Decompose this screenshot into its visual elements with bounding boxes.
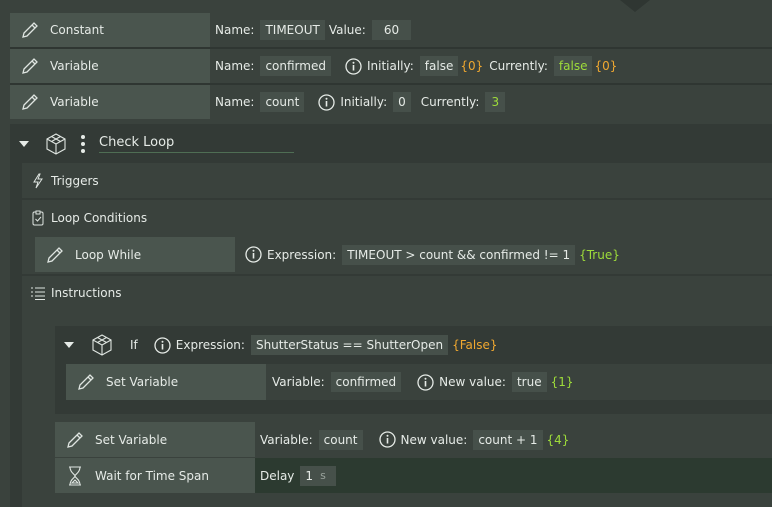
constant-title: Constant xyxy=(50,23,104,37)
cube-icon xyxy=(90,333,114,357)
pencil-icon[interactable] xyxy=(20,20,40,40)
currently-hint: {0} xyxy=(594,59,618,73)
loop-while-title: Loop While xyxy=(75,247,142,262)
delay-value: 1 xyxy=(305,468,314,483)
variable-label-box[interactable]: Variable xyxy=(10,49,210,83)
loop-while-expression-field[interactable]: TIMEOUT > count && confirmed != 1 xyxy=(342,244,576,265)
info-icon[interactable] xyxy=(417,373,434,391)
variable-label: Variable: xyxy=(260,432,313,447)
set-variable-new-value-field[interactable]: true xyxy=(511,372,547,392)
currently-value-field: false xyxy=(553,56,593,76)
delay-field[interactable]: 1 s xyxy=(300,465,336,486)
constant-label-box[interactable]: Constant xyxy=(10,13,210,47)
currently-value-field: 3 xyxy=(485,92,506,112)
lightning-icon xyxy=(32,173,46,189)
if-title: If xyxy=(130,338,138,352)
info-icon[interactable] xyxy=(245,246,262,263)
new-value-label: New value: xyxy=(439,375,506,389)
set-variable-new-value-hint: {1} xyxy=(550,375,574,389)
if-expression-field[interactable]: ShutterStatus == ShutterOpen xyxy=(250,335,449,355)
currently-label: Currently: xyxy=(489,59,548,73)
variable-name-field[interactable]: count xyxy=(260,92,305,112)
info-icon[interactable] xyxy=(345,57,362,75)
initially-hint: {0} xyxy=(460,59,484,73)
set-variable-name-field[interactable]: confirmed xyxy=(330,372,402,392)
kebab-menu-icon[interactable] xyxy=(80,134,86,154)
triggers-label: Triggers xyxy=(51,173,99,188)
set-variable-count-label-box[interactable]: Set Variable xyxy=(55,422,255,457)
loop-while-label-box[interactable]: Loop While xyxy=(35,237,235,272)
variable-count-row[interactable]: Variable Name: count Initially: 0 Curren… xyxy=(10,85,772,119)
pencil-icon[interactable] xyxy=(45,245,65,265)
set-variable-title: Set Variable xyxy=(95,432,168,447)
caret-down-icon[interactable] xyxy=(63,340,75,350)
top-notch xyxy=(620,0,650,12)
caret-down-icon[interactable] xyxy=(18,139,30,149)
variable-title: Variable xyxy=(50,95,99,109)
pencil-icon[interactable] xyxy=(76,372,96,392)
name-label: Name: xyxy=(215,23,255,37)
new-value-label: New value: xyxy=(400,432,468,447)
delay-label: Delay xyxy=(260,468,295,483)
expression-label: Expression: xyxy=(267,247,337,262)
if-expression-hint: {False} xyxy=(452,338,498,352)
variable-title: Variable xyxy=(50,59,99,73)
hourglass-icon xyxy=(65,465,85,486)
check-loop-title[interactable]: Check Loop xyxy=(99,135,294,153)
initially-value-field[interactable]: 0 xyxy=(393,92,411,112)
variable-confirmed-row[interactable]: Variable Name: confirmed Initially: fals… xyxy=(10,49,772,83)
check-loop-header[interactable]: Check Loop xyxy=(10,127,772,161)
list-icon xyxy=(30,285,46,301)
wait-time-span-label-box[interactable]: Wait for Time Span xyxy=(55,458,255,493)
if-header[interactable]: If Expression: ShutterStatus == ShutterO… xyxy=(55,328,498,362)
cube-icon xyxy=(44,132,68,156)
variable-label-box[interactable]: Variable xyxy=(10,85,210,119)
triggers-section[interactable] xyxy=(22,163,772,198)
constant-name-field[interactable]: TIMEOUT xyxy=(260,20,325,40)
currently-label: Currently: xyxy=(420,95,480,109)
set-variable-label-box[interactable]: Set Variable xyxy=(66,364,266,400)
expression-label: Expression: xyxy=(175,338,245,352)
variable-name-field[interactable]: confirmed xyxy=(260,56,331,76)
info-icon[interactable] xyxy=(154,336,171,354)
set-variable-title: Set Variable xyxy=(106,375,179,389)
pencil-icon[interactable] xyxy=(65,430,85,450)
set-variable-count-name-field[interactable]: count xyxy=(318,429,363,450)
constant-row[interactable]: Constant Name: TIMEOUT Value: 60 xyxy=(10,13,772,47)
info-icon[interactable] xyxy=(378,431,396,448)
initially-value-field[interactable]: false xyxy=(419,56,459,76)
pencil-icon[interactable] xyxy=(20,56,40,76)
loop-while-expression-hint: {True} xyxy=(579,247,620,262)
variable-label: Variable: xyxy=(272,375,325,389)
wait-time-span-title: Wait for Time Span xyxy=(95,468,209,483)
initially-label: Initially: xyxy=(366,59,414,73)
set-variable-count-new-value-hint: {4} xyxy=(546,432,570,447)
initially-label: Initially: xyxy=(340,95,388,109)
delay-unit: s xyxy=(320,468,326,482)
name-label: Name: xyxy=(215,95,255,109)
pencil-icon[interactable] xyxy=(20,92,40,112)
value-label: Value: xyxy=(328,23,366,37)
set-variable-count-new-value-field[interactable]: count + 1 xyxy=(473,429,543,450)
loop-conditions-label: Loop Conditions xyxy=(51,211,148,225)
info-icon[interactable] xyxy=(318,93,335,111)
name-label: Name: xyxy=(215,59,255,73)
clipboard-check-icon xyxy=(32,210,46,226)
constant-value-field[interactable]: 60 xyxy=(371,20,412,40)
instructions-label: Instructions xyxy=(51,286,122,300)
